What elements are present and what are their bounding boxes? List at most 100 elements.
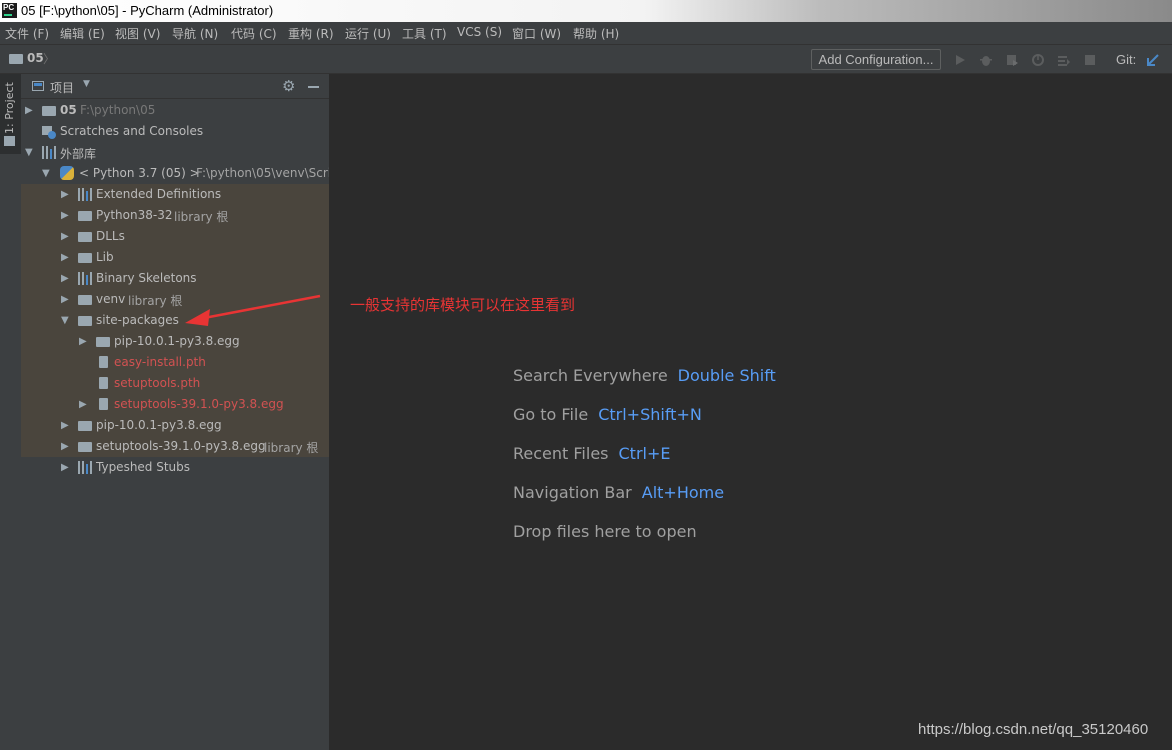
tree-row-setuptools-egg-nested[interactable]: ▶ setuptools-39.1.0-py3.8.egg (21, 394, 329, 415)
tree-item-path: F:\python\05 (80, 103, 156, 117)
pycharm-app-icon: PC (2, 3, 17, 18)
annotation-text: 一般支持的库模块可以在这里看到 (350, 296, 576, 314)
library-icon (78, 188, 92, 201)
hint-shortcut[interactable]: Double Shift (678, 366, 776, 385)
concurrency-diagram-icon[interactable] (1057, 53, 1071, 67)
hint-text: Go to File (513, 405, 589, 424)
expand-arrow-icon[interactable]: ▶ (61, 231, 69, 242)
run-icon[interactable] (953, 53, 967, 67)
debug-icon[interactable] (979, 53, 993, 67)
tree-row-python38[interactable]: ▶ Python38-32 library 根 (21, 205, 329, 226)
tool-window-strip (0, 74, 21, 750)
tree-item-label: 外部库 (60, 147, 97, 161)
project-tool-tab-label[interactable]: 1: Project (3, 82, 16, 134)
expand-arrow-icon[interactable]: ▶ (61, 462, 69, 473)
tree-row-dlls[interactable]: ▶ DLLs (21, 226, 329, 247)
tree-row-pip-egg[interactable]: ▶ pip-10.0.1-py3.8.egg (21, 415, 329, 436)
profile-icon[interactable] (1031, 53, 1045, 67)
tree-row-easy-install[interactable]: easy-install.pth (21, 352, 329, 373)
tree-row-setuptools-egg[interactable]: ▶ setuptools-39.1.0-py3.8.egg library 根 (21, 436, 329, 457)
hint-shortcut[interactable]: Ctrl+E (619, 444, 671, 463)
project-view-selector[interactable]: 项目 (50, 79, 74, 96)
tree-item-label: setuptools-39.1.0-py3.8.egg (96, 439, 266, 453)
tree-row-typeshed-stubs[interactable]: ▶ Typeshed Stubs (21, 457, 329, 478)
menu-window[interactable]: 窗口 (W) (512, 25, 561, 42)
menu-refactor[interactable]: 重构 (R) (288, 25, 334, 42)
tree-item-label: setuptools.pth (114, 376, 201, 390)
breadcrumb-project[interactable]: 05 (27, 51, 44, 65)
hint-shortcut[interactable]: Ctrl+Shift+N (598, 405, 702, 424)
collapse-arrow-icon[interactable]: ▼ (42, 168, 50, 179)
tree-item-label: venv (96, 292, 126, 306)
collapse-arrow-icon[interactable]: ▼ (25, 147, 33, 158)
folder-icon (4, 136, 15, 146)
menu-help[interactable]: 帮助 (H) (573, 25, 619, 42)
expand-arrow-icon[interactable]: ▶ (61, 252, 69, 263)
expand-arrow-icon[interactable]: ▶ (61, 189, 69, 200)
add-configuration-button[interactable]: Add Configuration... (811, 49, 941, 70)
hint-text: Recent Files (513, 444, 609, 463)
menu-file[interactable]: 文件 (F) (5, 25, 49, 42)
tree-item-hint: library 根 (264, 441, 319, 455)
project-view-icon (32, 81, 44, 91)
tree-row-project-root[interactable]: ▶ 05 F:\python\05 (21, 100, 329, 121)
tree-row-binary-skeletons[interactable]: ▶ Binary Skeletons (21, 268, 329, 289)
folder-icon (9, 54, 23, 64)
navigation-bar: 05 〉 Add Configuration... Git: (0, 44, 1172, 74)
tree-item-label: pip-10.0.1-py3.8.egg (114, 334, 240, 348)
expand-arrow-icon[interactable]: ▶ (25, 105, 33, 116)
menu-tools[interactable]: 工具 (T) (402, 25, 447, 42)
project-panel-header: 项目 ▼ ⚙ (21, 74, 329, 99)
menu-code[interactable]: 代码 (C) (231, 25, 277, 42)
hint-text: Drop files here to open (513, 522, 697, 541)
tree-item-label: Binary Skeletons (96, 271, 197, 285)
minimize-icon[interactable] (308, 86, 319, 88)
folder-icon (78, 295, 92, 305)
annotation-arrow-icon (185, 294, 321, 326)
watermark: https://blog.csdn.net/qq_35120460 (918, 721, 1149, 738)
library-icon (42, 146, 56, 159)
tree-row-external-libraries[interactable]: ▼ 外部库 (21, 142, 329, 163)
hint-search-everywhere: Search Everywhere Double Shift (513, 366, 776, 385)
stop-icon[interactable] (1083, 53, 1097, 67)
tree-item-label: Lib (96, 250, 114, 264)
tree-item-label: pip-10.0.1-py3.8.egg (96, 418, 222, 432)
expand-arrow-icon[interactable]: ▶ (79, 336, 87, 347)
hint-navigation-bar: Navigation Bar Alt+Home (513, 483, 724, 502)
expand-arrow-icon[interactable]: ▶ (61, 294, 69, 305)
git-update-icon[interactable] (1146, 53, 1160, 67)
tree-row-python-sdk[interactable]: ▼ < Python 3.7 (05) > F:\python\05\venv\… (21, 163, 329, 184)
tree-row-setuptools-pth[interactable]: setuptools.pth (21, 373, 329, 394)
library-icon (78, 272, 92, 285)
expand-arrow-icon[interactable]: ▶ (79, 399, 87, 410)
menu-view[interactable]: 视图 (V) (115, 25, 160, 42)
dropdown-caret-icon[interactable]: ▼ (83, 79, 90, 89)
folder-icon (78, 442, 92, 452)
menu-vcs[interactable]: VCS (S) (457, 25, 502, 39)
editor-area[interactable] (330, 74, 1172, 750)
hint-shortcut[interactable]: Alt+Home (642, 483, 724, 502)
tree-row-scratches[interactable]: Scratches and Consoles (21, 121, 329, 142)
tree-item-label: Python38-32 (96, 208, 173, 222)
gear-icon[interactable]: ⚙ (282, 77, 295, 95)
run-with-coverage-icon[interactable] (1005, 53, 1019, 67)
tree-item-hint: library 根 (174, 210, 229, 224)
tree-row-lib[interactable]: ▶ Lib (21, 247, 329, 268)
tree-row-extended-definitions[interactable]: ▶ Extended Definitions (21, 184, 329, 205)
collapse-arrow-icon[interactable]: ▼ (61, 315, 69, 326)
expand-arrow-icon[interactable]: ▶ (61, 273, 69, 284)
folder-icon (96, 337, 110, 347)
folder-icon (78, 232, 92, 242)
menu-edit[interactable]: 编辑 (E) (60, 25, 105, 42)
library-icon (78, 461, 92, 474)
expand-arrow-icon[interactable]: ▶ (61, 420, 69, 431)
expand-arrow-icon[interactable]: ▶ (61, 441, 69, 452)
tree-item-label: easy-install.pth (114, 355, 206, 369)
hint-go-to-file: Go to File Ctrl+Shift+N (513, 405, 702, 424)
tree-item-hint: library 根 (128, 294, 183, 308)
folder-icon (78, 253, 92, 263)
menu-navigate[interactable]: 导航 (N) (172, 25, 218, 42)
expand-arrow-icon[interactable]: ▶ (61, 210, 69, 221)
menu-run[interactable]: 运行 (U) (345, 25, 391, 42)
file-icon (99, 377, 108, 389)
